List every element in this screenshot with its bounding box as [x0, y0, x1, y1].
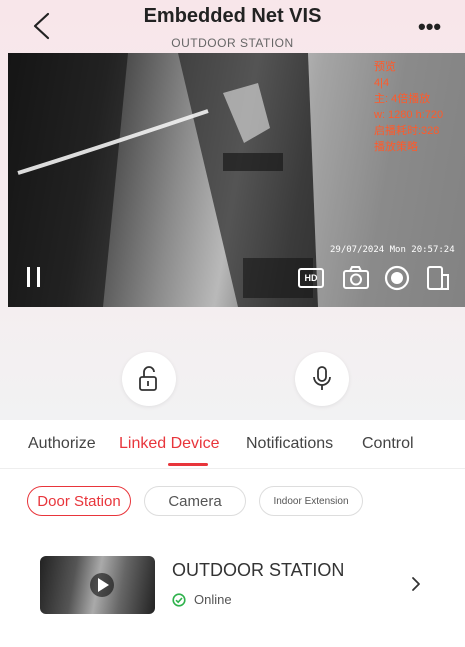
- chip-camera[interactable]: Camera: [144, 486, 246, 516]
- device-name: OUTDOOR STATION: [172, 560, 345, 580]
- unlock-button[interactable]: [122, 352, 176, 406]
- tab-control[interactable]: Control: [362, 435, 414, 453]
- fullscreen-icon[interactable]: [422, 263, 452, 293]
- online-check-icon: [172, 593, 186, 607]
- debug-overlay: 预览 4|4 主: 4倍播放 w: 1280 h:720 启播耗时:328 播放…: [374, 59, 464, 155]
- page-title: Embedded Net VIS: [143, 5, 322, 27]
- microphone-icon: [313, 366, 331, 390]
- overlay-line: w: 1280 h:720: [374, 109, 444, 121]
- overlay-line: 启播耗时:328: [374, 125, 440, 137]
- video-timestamp: 29/07/2024 Mon 20:57:24: [330, 245, 455, 255]
- tab-authorize[interactable]: Authorize: [28, 435, 96, 453]
- chevron-right-icon: [412, 577, 420, 591]
- device-status-label: Online: [194, 592, 232, 607]
- hd-icon[interactable]: HD: [298, 268, 324, 288]
- live-video-view[interactable]: 预览 4|4 主: 4倍播放 w: 1280 h:720 启播耗时:328 播放…: [8, 53, 465, 307]
- tab-bar: Authorize Linked Device Notifications Co…: [0, 420, 465, 469]
- play-icon: [90, 573, 114, 597]
- chip-indoor-extension[interactable]: Indoor Extension: [259, 486, 363, 516]
- overlay-line: 主: 4倍播放: [374, 93, 431, 105]
- tab-notifications[interactable]: Notifications: [246, 435, 333, 453]
- snapshot-icon[interactable]: [341, 263, 371, 293]
- record-icon[interactable]: [382, 263, 412, 293]
- device-list-item[interactable]: OUTDOOR STATION Online: [0, 550, 465, 620]
- unlock-icon: [139, 366, 157, 391]
- device-thumbnail: [40, 556, 155, 614]
- pause-icon[interactable]: [24, 267, 46, 291]
- device-status: Online: [172, 592, 232, 607]
- active-tab-indicator: [168, 463, 208, 466]
- chip-door-station[interactable]: Door Station: [27, 486, 131, 516]
- talk-button[interactable]: [295, 352, 349, 406]
- tab-linked-device[interactable]: Linked Device: [119, 435, 220, 453]
- overlay-line: 播放策略: [374, 141, 418, 153]
- more-icon[interactable]: •••: [418, 14, 441, 40]
- top-bar: Embedded Net VIS OUTDOOR STATION •••: [0, 0, 465, 52]
- page-subtitle: OUTDOOR STATION: [171, 36, 294, 50]
- overlay-line: 预览: [374, 61, 396, 73]
- overlay-line: 4|4: [374, 77, 390, 89]
